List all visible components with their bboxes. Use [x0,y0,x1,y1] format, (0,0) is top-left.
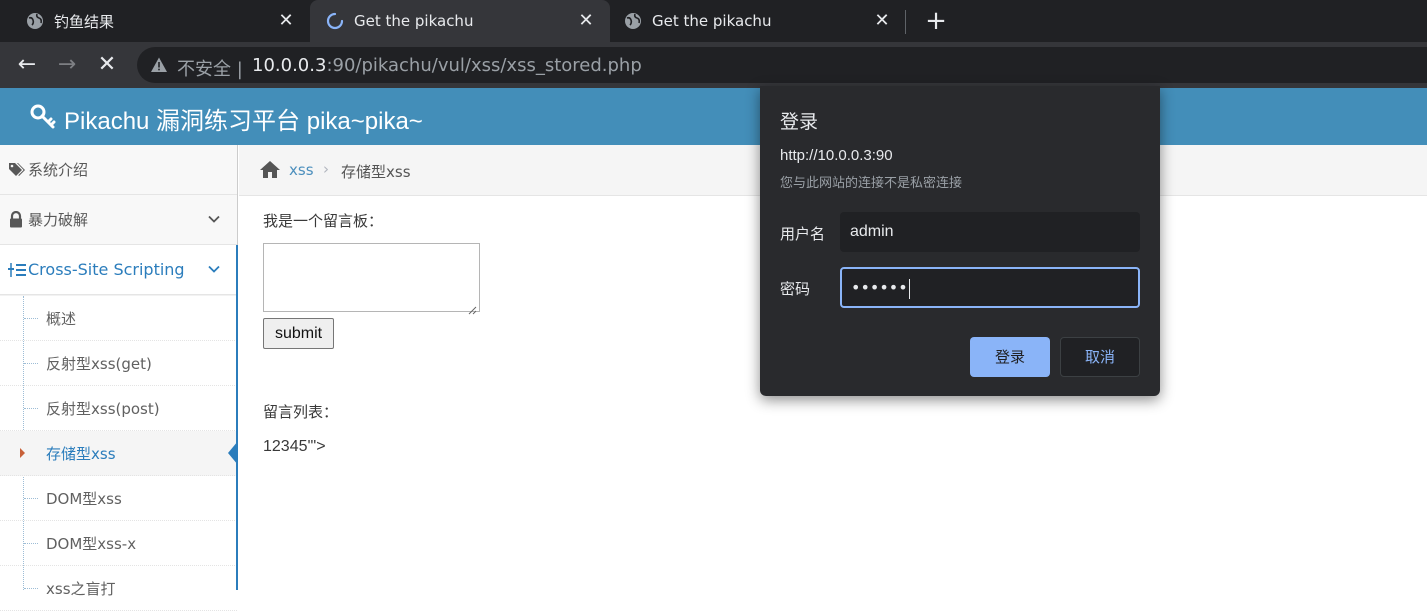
message-list-item: 12345'"> [263,438,326,455]
username-field[interactable]: admin [840,212,1140,252]
breadcrumb-separator: › [323,160,329,178]
list-icon [8,262,28,278]
sidebar-item-brute-force[interactable]: 暴力破解 [0,195,237,245]
submenu-item-dom-xss-x[interactable]: DOM型xss-x [0,521,237,566]
xss-submenu: 概述 反射型xss(get) 反射型xss(post) 存储型xss DOM型x… [0,296,238,611]
chevron-down-icon[interactable] [207,212,221,226]
dialog-connection-warning: 您与此网站的连接不是私密连接 [780,176,963,191]
close-tab-icon[interactable]: ✕ [872,11,892,31]
password-label: 密码 [780,280,811,298]
tree-dash [24,363,38,364]
tab-title: 钓鱼结果 [54,12,115,31]
submenu-item-reflected-post[interactable]: 反射型xss(post) [0,386,237,431]
globe-icon [26,12,44,30]
tags-icon [8,162,28,178]
address-bar[interactable]: 不安全 | 10.0.0.3:90/pikachu/vul/xss/xss_st… [137,47,1427,83]
submenu-item-label: 反射型xss(get) [46,355,152,373]
password-mask: •••••• [851,278,908,297]
loading-spinner-icon [326,12,344,30]
new-tab-button[interactable]: + [922,7,950,35]
home-icon[interactable] [259,160,281,179]
sidebar-item-label: 系统介绍 [28,161,89,179]
security-status: 不安全 | [177,55,243,81]
globe-icon [624,12,642,30]
chevron-down-icon[interactable] [207,262,221,276]
cancel-button[interactable]: 取消 [1060,337,1140,377]
tree-dash [24,408,38,409]
tab-get-the-pikachu-active[interactable]: Get the pikachu ✕ [310,0,610,42]
dialog-origin: http://10.0.0.3:90 [780,147,893,164]
login-button[interactable]: 登录 [970,337,1050,377]
sidebar-item-label: Cross-Site Scripting [28,260,185,279]
submenu-item-label: 存储型xss [46,445,116,463]
sidebar-active-border [236,245,238,590]
resize-grip-icon[interactable] [468,300,477,315]
url-host: 10.0.0.3 [252,55,327,76]
close-tab-icon[interactable]: ✕ [276,11,296,31]
tree-dash [24,318,38,319]
submenu-item-label: xss之盲打 [46,580,116,598]
dialog-title: 登录 [780,111,819,133]
url-path: :90/pikachu/vul/xss/xss_stored.php [326,55,642,76]
sidebar-item-xss[interactable]: Cross-Site Scripting [0,245,237,295]
http-auth-dialog: 登录 http://10.0.0.3:90 您与此网站的连接不是私密连接 用户名… [760,86,1160,396]
submenu-item-dom-xss[interactable]: DOM型xss [0,476,237,521]
tab-strip: 钓鱼结果 ✕ Get the pikachu ✕ Get the pikachu… [0,0,1427,42]
tree-dash [24,543,38,544]
caret-right-icon [20,448,25,458]
message-list-label: 留言列表： [263,403,339,421]
username-label: 用户名 [780,225,826,243]
url-text[interactable]: 10.0.0.3:90/pikachu/vul/xss/xss_stored.p… [252,55,642,76]
tab-separator [905,10,906,34]
tab-title: Get the pikachu [652,12,772,30]
submenu-item-stored-xss[interactable]: 存储型xss [0,431,238,476]
security-label: 不安全 [177,59,231,80]
submit-button[interactable]: submit [263,318,334,349]
key-icon [30,104,56,130]
close-tab-icon[interactable]: ✕ [576,11,596,31]
tab-get-the-pikachu[interactable]: Get the pikachu ✕ [610,0,906,42]
submenu-item-label: DOM型xss [46,490,122,508]
stop-loading-button[interactable]: ✕ [93,51,121,79]
password-field[interactable]: •••••• [840,267,1140,308]
site-title[interactable]: Pikachu 漏洞练习平台 pika~pika~ [64,101,423,136]
submenu-item-label: 概述 [46,310,77,328]
submenu-item-blind-xss[interactable]: xss之盲打 [0,566,237,611]
sidebar-item-label: 暴力破解 [28,211,89,229]
web-page: Pikachu 漏洞练习平台 pika~pika~ 系统介绍 暴力破解 Cros… [0,88,1427,611]
browser-toolbar: ← → ✕ 不安全 | 10.0.0.3:90/pikachu/vul/xss/… [0,42,1427,88]
sidebar-item-intro[interactable]: 系统介绍 [0,145,237,195]
back-button[interactable]: ← [13,51,41,79]
message-textarea[interactable] [263,243,480,315]
submenu-item-label: DOM型xss-x [46,535,137,553]
tree-dash [24,588,38,589]
tab-phishing-results[interactable]: 钓鱼结果 ✕ [0,0,310,42]
lock-icon [8,211,28,228]
warning-icon[interactable] [150,56,168,74]
text-caret [908,278,910,299]
message-board-label: 我是一个留言板： [263,212,384,230]
site-header: Pikachu 漏洞练习平台 pika~pika~ [0,88,1427,145]
sidebar: 系统介绍 暴力破解 Cross-Site Scripting 概述 反射型xss… [0,145,238,611]
security-separator: | [236,59,243,80]
submenu-item-overview[interactable]: 概述 [0,296,237,341]
breadcrumb-current: 存储型xss [341,163,411,181]
submenu-item-label: 反射型xss(post) [46,400,160,418]
forward-button[interactable]: → [53,51,81,79]
tree-dash [24,498,38,499]
breadcrumb-link-xss[interactable]: xss [289,161,314,179]
tab-title: Get the pikachu [354,12,474,30]
submenu-item-reflected-get[interactable]: 反射型xss(get) [0,341,237,386]
